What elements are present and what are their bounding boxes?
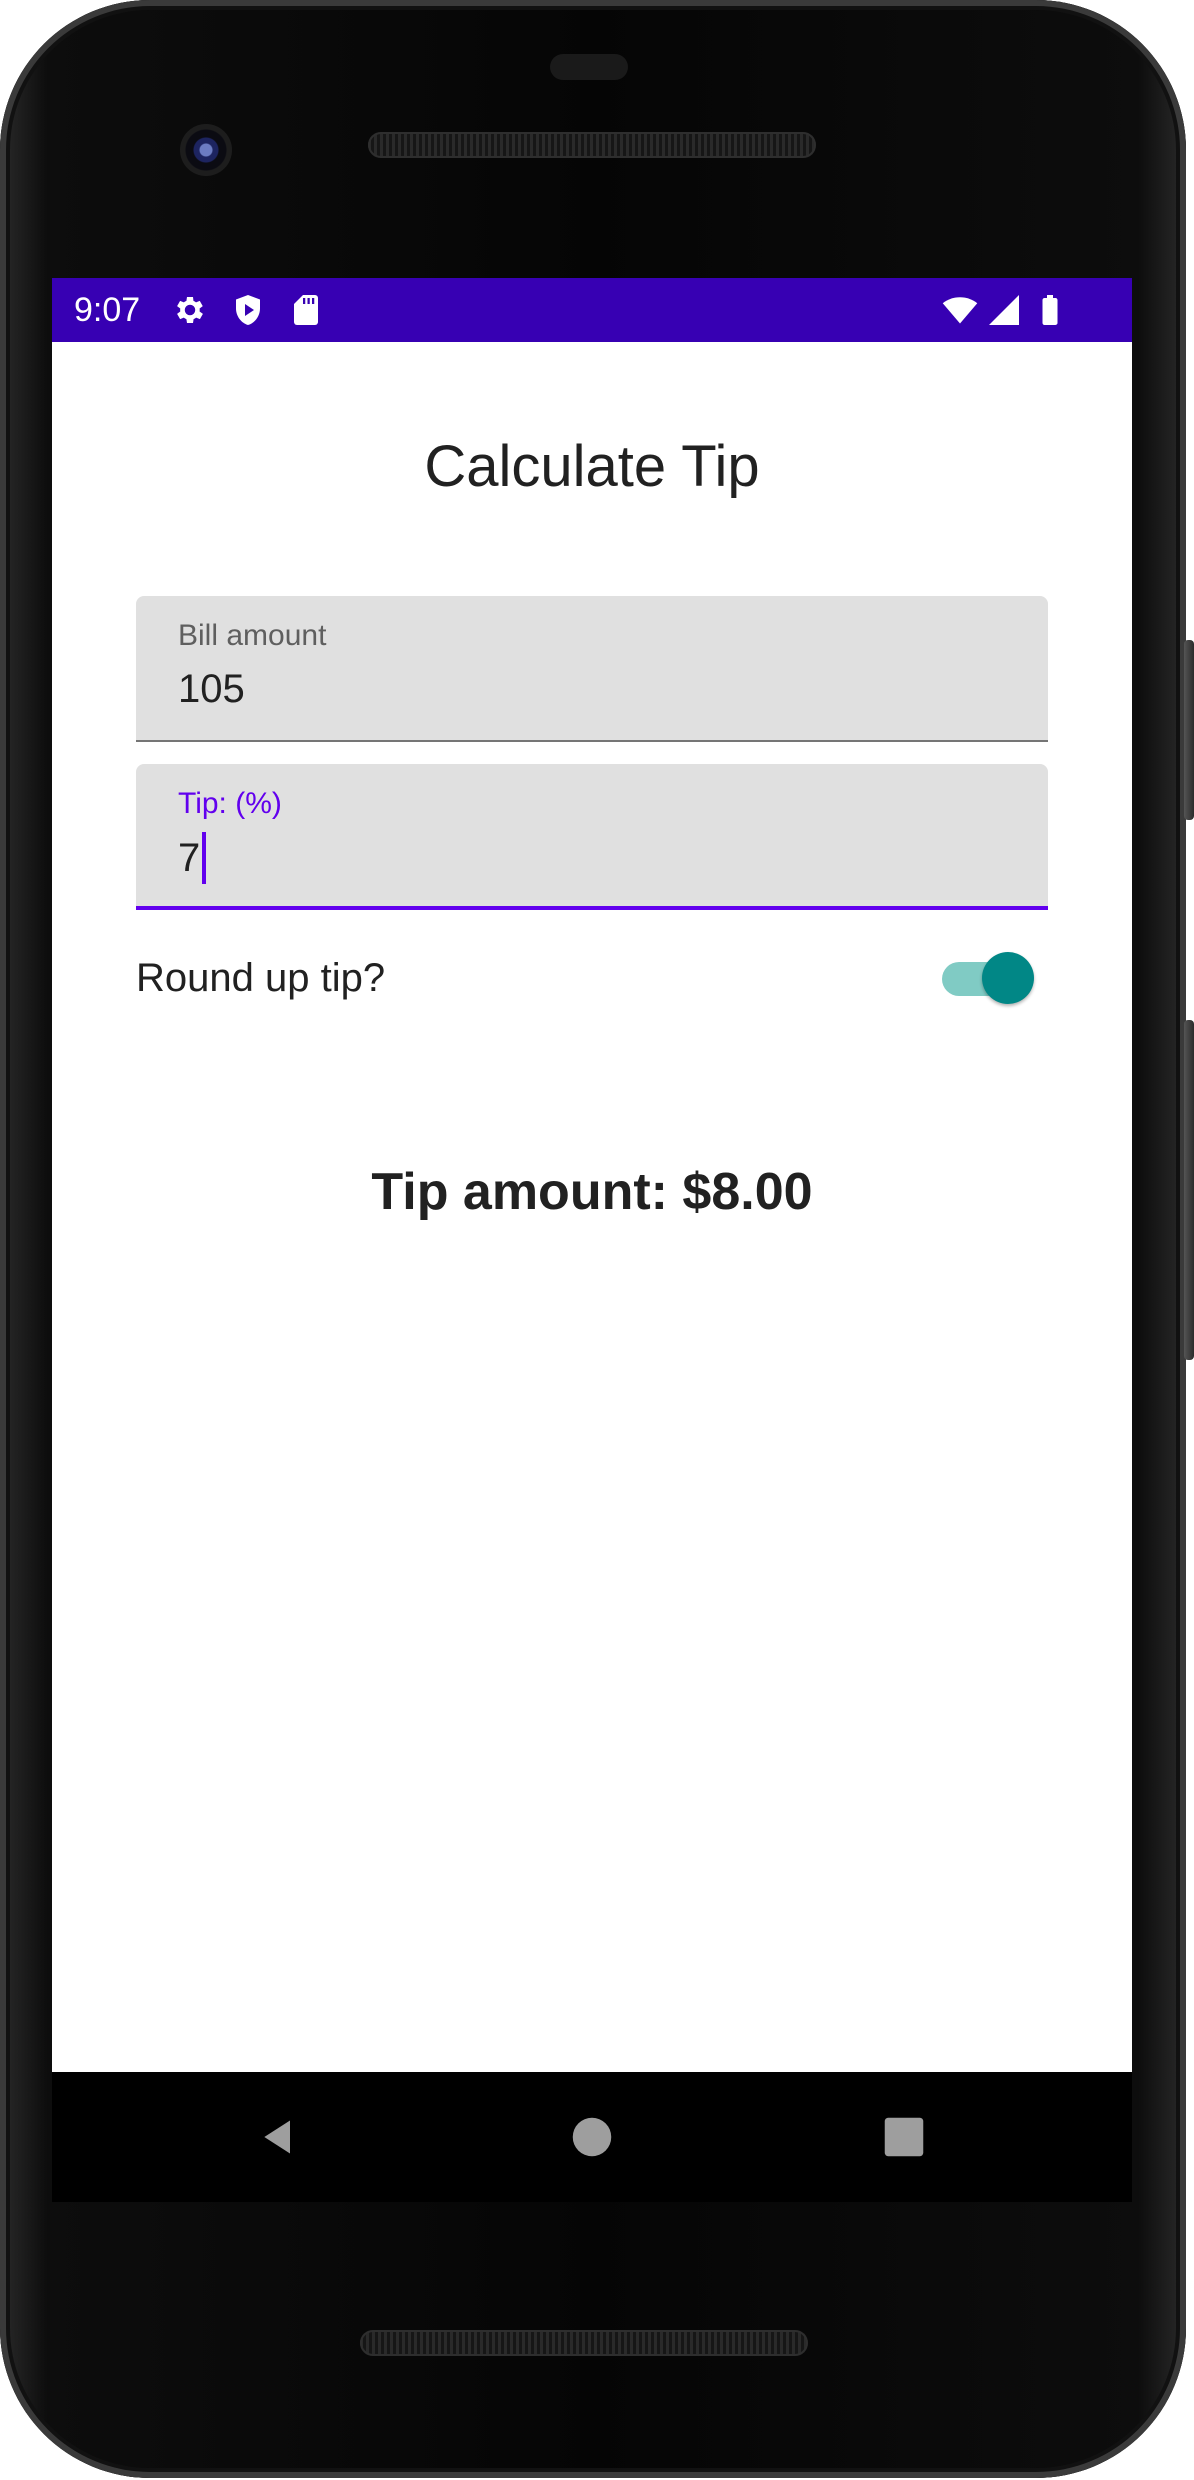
recents-icon [884, 2117, 924, 2157]
round-up-switch[interactable] [942, 952, 1034, 1004]
bill-amount-value: 105 [178, 667, 245, 711]
status-time: 9:07 [74, 291, 141, 329]
power-button [1184, 640, 1194, 820]
navigation-bar [52, 2072, 1132, 2202]
bottom-speaker [360, 2330, 808, 2356]
back-icon [264, 2120, 290, 2154]
recents-button[interactable] [869, 2102, 939, 2172]
bill-amount-label: Bill amount [178, 619, 327, 652]
earpiece-speaker [368, 132, 816, 158]
sensor-slot [550, 54, 628, 80]
bill-amount-field[interactable]: Bill amount 105 [136, 596, 1048, 742]
app-content: Calculate Tip Bill amount 105 Tip: (%) 7… [52, 342, 1132, 2072]
home-icon [572, 2117, 612, 2157]
wifi-icon [942, 297, 978, 324]
tip-percent-input[interactable]: 7 [178, 832, 207, 884]
bill-amount-input[interactable]: 105 [178, 664, 245, 714]
status-bar: 9:07 [52, 278, 1132, 342]
sd-card-icon [294, 295, 318, 325]
round-up-label: Round up tip? [136, 956, 386, 1000]
back-button[interactable] [244, 2102, 314, 2172]
tip-percent-field[interactable]: Tip: (%) 7 [136, 764, 1048, 910]
battery-icon [1042, 295, 1058, 325]
tip-percent-value: 7 [178, 836, 201, 880]
tip-amount-result: Tip amount: $8.00 [371, 1163, 813, 1221]
settings-icon [177, 296, 203, 324]
round-up-row: Round up tip? [136, 942, 1048, 1012]
tip-percent-label: Tip: (%) [178, 787, 282, 820]
device-frame: 9:07 Calculate Tip Bill amount 105 Tip: … [0, 0, 1194, 2480]
shield-icon [236, 295, 260, 325]
cell-signal-icon [989, 295, 1019, 325]
page-title: Calculate Tip [424, 434, 760, 499]
front-camera [180, 124, 232, 176]
home-button[interactable] [557, 2102, 627, 2172]
volume-button [1184, 1020, 1194, 1360]
switch-thumb [982, 952, 1034, 1004]
text-cursor [202, 832, 207, 884]
phone-screen: 9:07 Calculate Tip Bill amount 105 Tip: … [52, 278, 1132, 2072]
